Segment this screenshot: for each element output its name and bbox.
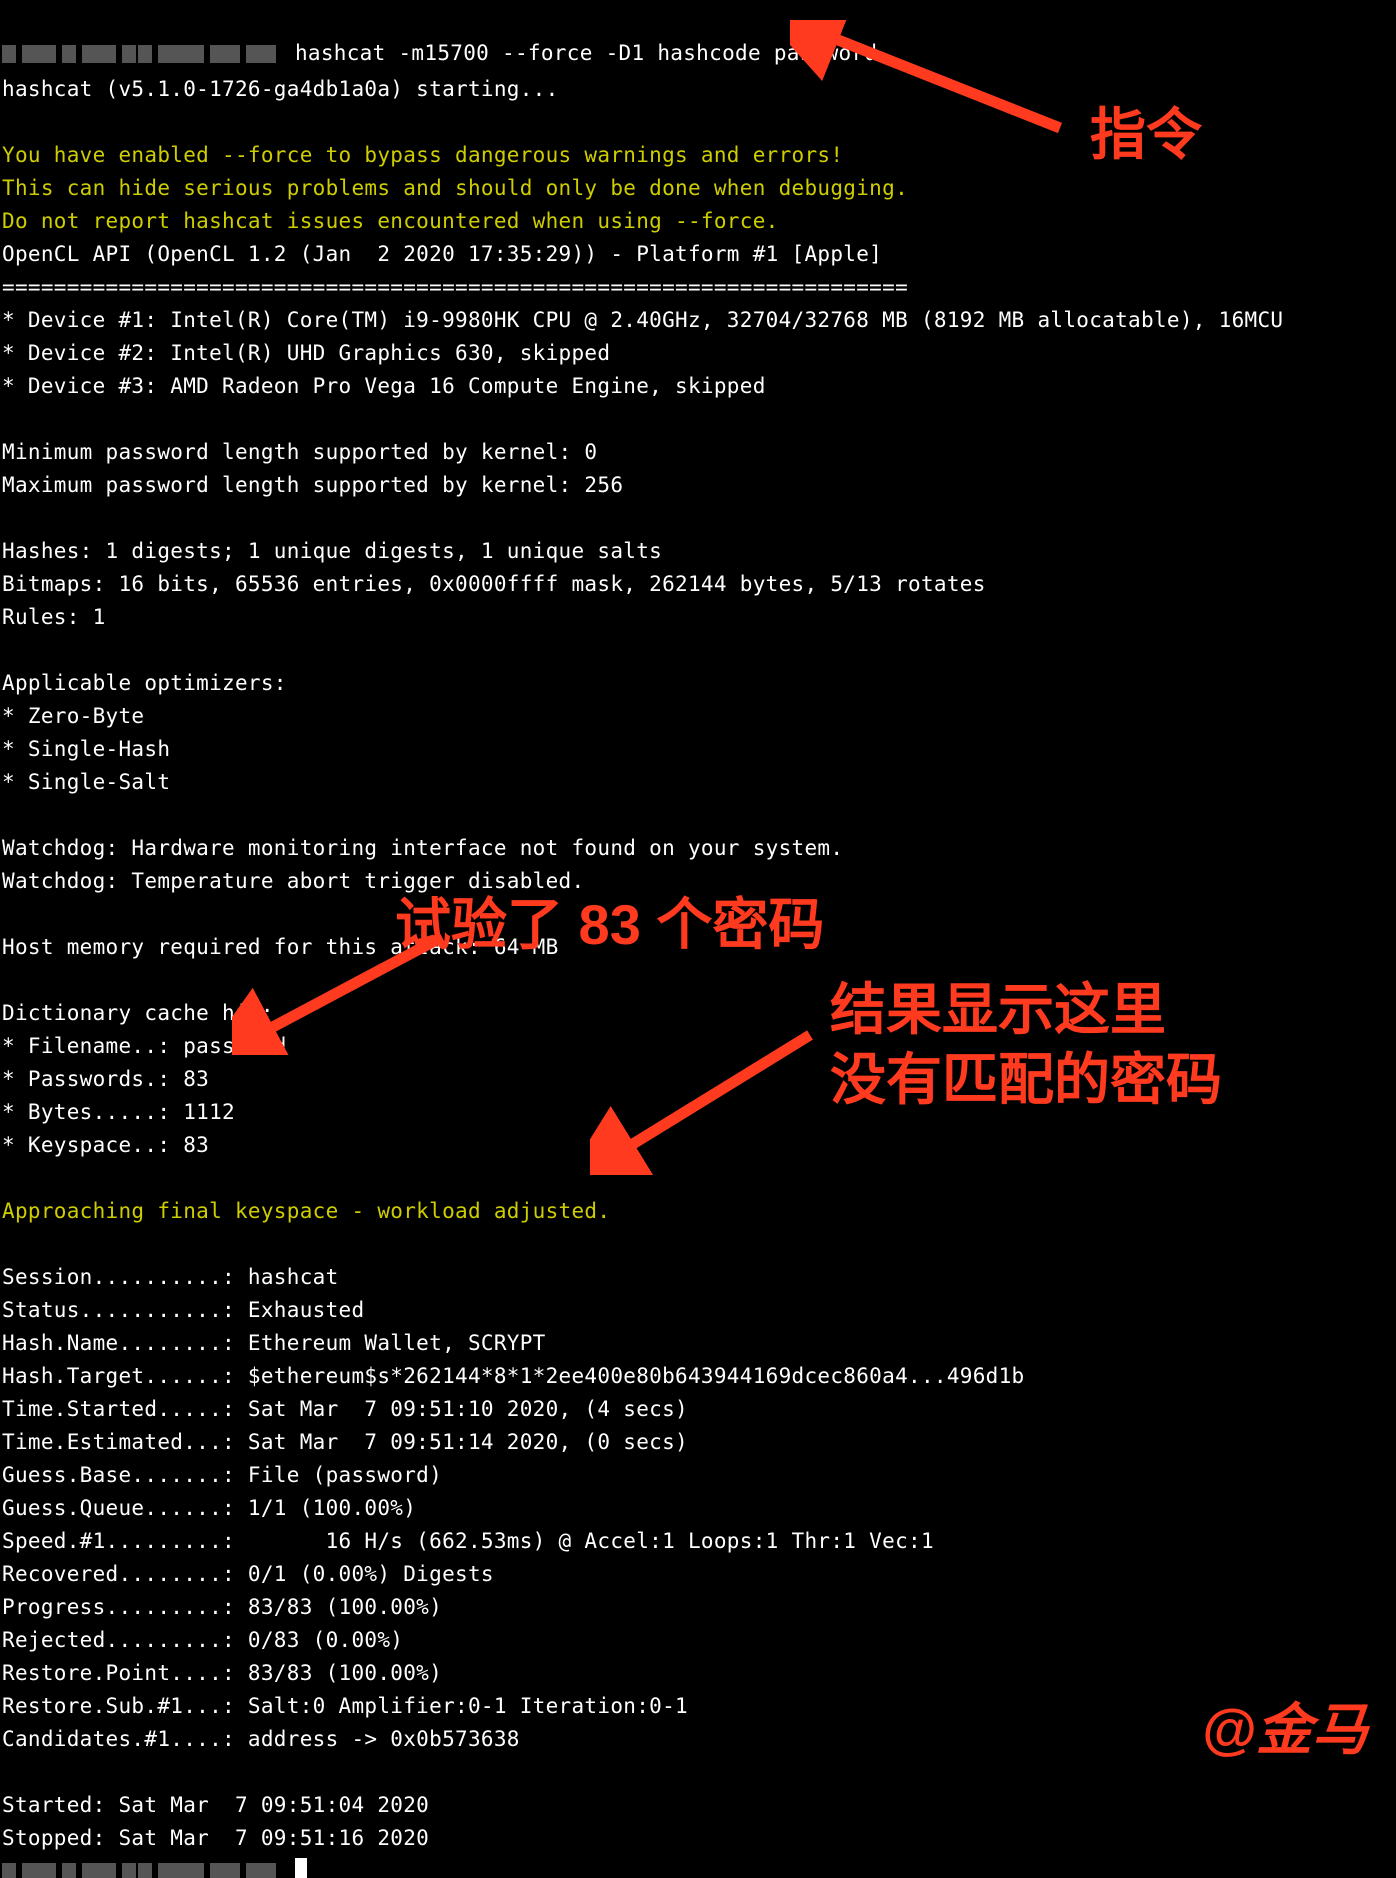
final-prompt	[2, 1859, 307, 1878]
guess-base: Guess.Base.......: File (password)	[2, 1463, 442, 1487]
start-line: hashcat (v5.1.0-1726-ga4db1a0a) starting…	[2, 77, 559, 101]
recovered: Recovered........: 0/1 (0.00%) Digests	[2, 1562, 494, 1586]
approach-line: Approaching final keyspace - workload ad…	[2, 1199, 610, 1223]
time-started: Time.Started.....: Sat Mar 7 09:51:10 20…	[2, 1397, 688, 1421]
opt-single-salt: * Single-Salt	[2, 770, 170, 794]
dict-bytes: * Bytes.....: 1112	[2, 1100, 235, 1124]
optimizers-header: Applicable optimizers:	[2, 671, 287, 695]
prompt-line: hashcat -m15700 --force -D1 hashcode pas…	[2, 41, 877, 65]
opt-zero-byte: * Zero-Byte	[2, 704, 144, 728]
restore-point: Restore.Point....: 83/83 (100.00%)	[2, 1661, 442, 1685]
hash-name: Hash.Name........: Ethereum Wallet, SCRY…	[2, 1331, 546, 1355]
speed: Speed.#1.........: 16 H/s (662.53ms) @ A…	[2, 1529, 934, 1553]
warn-line-1: You have enabled --force to bypass dange…	[2, 143, 843, 167]
cursor-block	[295, 1858, 307, 1878]
candidates: Candidates.#1....: address -> 0x0b573638	[2, 1727, 520, 1751]
session: Session..........: hashcat	[2, 1265, 339, 1289]
opencl-api: OpenCL API (OpenCL 1.2 (Jan 2 2020 17:35…	[2, 242, 882, 266]
opt-single-hash: * Single-Hash	[2, 737, 170, 761]
hashes: Hashes: 1 digests; 1 unique digests, 1 u…	[2, 539, 662, 563]
max-pass: Maximum password length supported by ker…	[2, 473, 623, 497]
terminal-output: hashcat -m15700 --force -D1 hashcode pas…	[0, 0, 1396, 1878]
device-3: * Device #3: AMD Radeon Pro Vega 16 Comp…	[2, 374, 766, 398]
host-mem: Host memory required for this attack: 64…	[2, 935, 559, 959]
restore-sub: Restore.Sub.#1...: Salt:0 Amplifier:0-1 …	[2, 1694, 688, 1718]
time-estimated: Time.Estimated...: Sat Mar 7 09:51:14 20…	[2, 1430, 688, 1454]
command: hashcat -m15700 --force -D1 hashcode pas…	[282, 41, 877, 65]
rejected: Rejected.........: 0/83 (0.00%)	[2, 1628, 403, 1652]
started-time: Started: Sat Mar 7 09:51:04 2020	[2, 1793, 429, 1817]
hash-target: Hash.Target......: $ethereum$s*262144*8*…	[2, 1364, 1025, 1388]
divider: ========================================…	[2, 275, 908, 299]
watchdog-2: Watchdog: Temperature abort trigger disa…	[2, 869, 584, 893]
watchdog-1: Watchdog: Hardware monitoring interface …	[2, 836, 843, 860]
warn-line-3: Do not report hashcat issues encountered…	[2, 209, 779, 233]
rules: Rules: 1	[2, 605, 106, 629]
dict-keyspace: * Keyspace..: 83	[2, 1133, 209, 1157]
status: Status...........: Exhausted	[2, 1298, 364, 1322]
device-2: * Device #2: Intel(R) UHD Graphics 630, …	[2, 341, 610, 365]
dict-filename: * Filename..: password	[2, 1034, 287, 1058]
warn-line-2: This can hide serious problems and shoul…	[2, 176, 908, 200]
stopped-time: Stopped: Sat Mar 7 09:51:16 2020	[2, 1826, 429, 1850]
redacted-prompt	[2, 40, 282, 73]
dict-passwords: * Passwords.: 83	[2, 1067, 209, 1091]
guess-queue: Guess.Queue......: 1/1 (100.00%)	[2, 1496, 416, 1520]
min-pass: Minimum password length supported by ker…	[2, 440, 597, 464]
bitmaps: Bitmaps: 16 bits, 65536 entries, 0x0000f…	[2, 572, 986, 596]
dict-header: Dictionary cache hit:	[2, 1001, 274, 1025]
progress: Progress.........: 83/83 (100.00%)	[2, 1595, 442, 1619]
device-1: * Device #1: Intel(R) Core(TM) i9-9980HK…	[2, 308, 1283, 332]
